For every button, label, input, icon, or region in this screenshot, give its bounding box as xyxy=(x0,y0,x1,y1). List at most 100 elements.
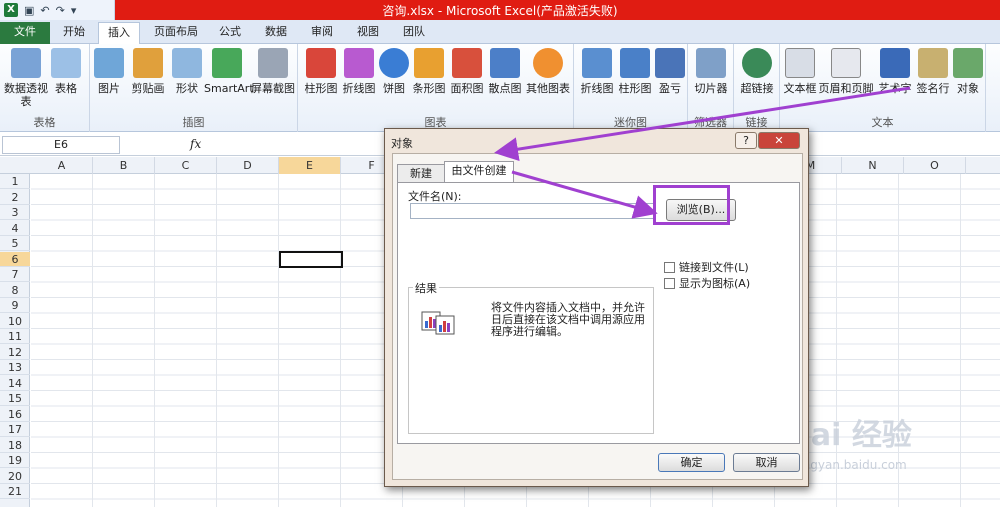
column-header[interactable]: O xyxy=(904,157,966,174)
row-header[interactable]: 8 xyxy=(0,283,30,298)
row-header[interactable]: 16 xyxy=(0,407,30,422)
name-box[interactable]: E6 xyxy=(2,136,120,154)
pivot-table-button[interactable]: 数据透视表 xyxy=(4,48,48,108)
row-header[interactable]: 6 xyxy=(0,251,30,267)
row-header[interactable]: 17 xyxy=(0,422,30,437)
tab-insert[interactable]: 插入 xyxy=(98,22,140,44)
row-header[interactable]: 5 xyxy=(0,236,30,251)
pie-chart-icon xyxy=(379,48,409,78)
active-cell[interactable] xyxy=(279,251,343,268)
tab-page-layout[interactable]: 页面布局 xyxy=(148,22,204,44)
row-header[interactable]: 3 xyxy=(0,205,30,220)
row-header[interactable]: 11 xyxy=(0,329,30,344)
group-tables: 数据透视表 表格 表格 xyxy=(0,44,90,132)
row-header[interactable]: 19 xyxy=(0,453,30,468)
tab-home[interactable]: 开始 xyxy=(56,22,92,44)
display-as-icon-checkbox[interactable]: 显示为图标(A) xyxy=(664,275,750,291)
row-header[interactable]: 14 xyxy=(0,376,30,391)
customize-icon[interactable]: ▾ xyxy=(71,4,77,17)
slicer-button[interactable]: 切片器 xyxy=(690,48,732,95)
pie-chart-button[interactable]: 饼图 xyxy=(378,48,410,95)
row-header[interactable]: 13 xyxy=(0,360,30,375)
tab-create-from-file[interactable]: 由文件创建 xyxy=(444,161,514,183)
sparkline-column-button[interactable]: 柱形图 xyxy=(616,48,654,95)
shapes-icon xyxy=(172,48,202,78)
screenshot-button[interactable]: 屏幕截图 xyxy=(250,48,296,95)
link-to-file-checkbox[interactable]: 链接到文件(L) xyxy=(664,259,749,275)
row-header[interactable]: 9 xyxy=(0,298,30,313)
checkbox-icon[interactable] xyxy=(664,261,675,273)
object-icon xyxy=(953,48,983,78)
sparkline-line-icon xyxy=(582,48,612,78)
row-header[interactable]: 21 xyxy=(0,484,30,499)
group-charts: 柱形图 折线图 饼图 条形图 面积图 散点图 其他图表 图表 xyxy=(298,44,574,132)
smartart-button[interactable]: SmartArt xyxy=(204,48,254,95)
group-text: 文本框 页眉和页脚 艺术字 签名行 对象 文本 xyxy=(780,44,986,132)
row-header[interactable]: 4 xyxy=(0,221,30,236)
column-chart-button[interactable]: 柱形图 xyxy=(302,48,340,95)
tab-file[interactable]: 文件 xyxy=(0,22,50,44)
tab-view[interactable]: 视图 xyxy=(350,22,386,44)
cancel-button[interactable]: 取消 xyxy=(733,453,800,472)
undo-icon[interactable]: ↶ xyxy=(40,4,49,17)
group-filter: 切片器 筛选器 xyxy=(688,44,734,132)
tab-team[interactable]: 团队 xyxy=(396,22,432,44)
wordart-icon xyxy=(880,48,910,78)
row-header[interactable]: 12 xyxy=(0,345,30,360)
checkbox-icon[interactable] xyxy=(664,277,675,289)
file-name-input[interactable] xyxy=(410,203,656,219)
column-header[interactable]: C xyxy=(155,157,217,174)
row-header[interactable]: 20 xyxy=(0,469,30,484)
clipart-button[interactable]: 剪贴画 xyxy=(128,48,168,95)
row-header[interactable]: 1 xyxy=(0,174,30,189)
row-header[interactable]: 7 xyxy=(0,267,30,282)
help-button[interactable]: ? xyxy=(735,132,757,149)
signature-line-button[interactable]: 签名行 xyxy=(914,48,952,95)
picture-button[interactable]: 图片 xyxy=(92,48,126,95)
bar-chart-icon xyxy=(414,48,444,78)
bar-chart-button[interactable]: 条形图 xyxy=(410,48,448,95)
other-charts-icon xyxy=(533,48,563,78)
column-header[interactable]: B xyxy=(93,157,155,174)
tab-create-new[interactable]: 新建 xyxy=(397,164,445,184)
save-icon[interactable]: ▣ xyxy=(24,4,34,17)
object-button[interactable]: 对象 xyxy=(952,48,984,95)
scatter-chart-button[interactable]: 散点图 xyxy=(486,48,524,95)
tab-data[interactable]: 数据 xyxy=(258,22,294,44)
hyperlink-button[interactable]: 超链接 xyxy=(736,48,778,95)
row-headers: 1 2 3 4 5 6 7 8 9 10 11 12 13 14 15 16 1… xyxy=(0,174,30,507)
column-header[interactable]: N xyxy=(842,157,904,174)
tab-panel: 文件名(N): 浏览(B)... 链接到文件(L) 显示为图标(A) 结果 将文… xyxy=(397,182,800,444)
excel-icon[interactable]: X xyxy=(4,3,18,17)
ok-button[interactable]: 确定 xyxy=(658,453,725,472)
wordart-button[interactable]: 艺术字 xyxy=(876,48,914,95)
row-header[interactable]: 15 xyxy=(0,391,30,406)
tab-review[interactable]: 审阅 xyxy=(304,22,340,44)
ribbon-tabs: 文件 开始 插入 页面布局 公式 数据 审阅 视图 团队 xyxy=(0,20,1000,44)
close-button[interactable]: ✕ xyxy=(758,132,800,149)
column-header[interactable]: A xyxy=(31,157,93,174)
shapes-button[interactable]: 形状 xyxy=(170,48,204,95)
sparkline-winloss-button[interactable]: 盈亏 xyxy=(654,48,686,95)
textbox-button[interactable]: 文本框 xyxy=(782,48,818,95)
sparkline-column-icon xyxy=(620,48,650,78)
redo-icon[interactable]: ↷ xyxy=(56,4,65,17)
row-header[interactable]: 18 xyxy=(0,438,30,453)
column-header[interactable]: E xyxy=(279,157,341,174)
other-charts-button[interactable]: 其他图表 xyxy=(524,48,572,95)
fx-icon[interactable]: fx xyxy=(190,137,201,151)
sparkline-winloss-icon xyxy=(655,48,685,78)
area-chart-button[interactable]: 面积图 xyxy=(448,48,486,95)
textbox-icon xyxy=(785,48,815,78)
row-header[interactable]: 10 xyxy=(0,314,30,329)
line-chart-button[interactable]: 折线图 xyxy=(340,48,378,95)
table-button[interactable]: 表格 xyxy=(48,48,84,95)
header-footer-button[interactable]: 页眉和页脚 xyxy=(818,48,874,95)
group-illustrations: 图片 剪贴画 形状 SmartArt 屏幕截图 插图 xyxy=(90,44,298,132)
sparkline-line-button[interactable]: 折线图 xyxy=(578,48,616,95)
result-group: 结果 将文件内容插入文档中，并允许日后直接在该文档中调用源应用程序进行编辑。 xyxy=(408,280,654,434)
row-header[interactable]: 2 xyxy=(0,190,30,205)
column-header[interactable]: D xyxy=(217,157,279,174)
tab-formulas[interactable]: 公式 xyxy=(212,22,248,44)
quick-access-toolbar: X ▣ ↶ ↷ ▾ xyxy=(0,0,115,20)
